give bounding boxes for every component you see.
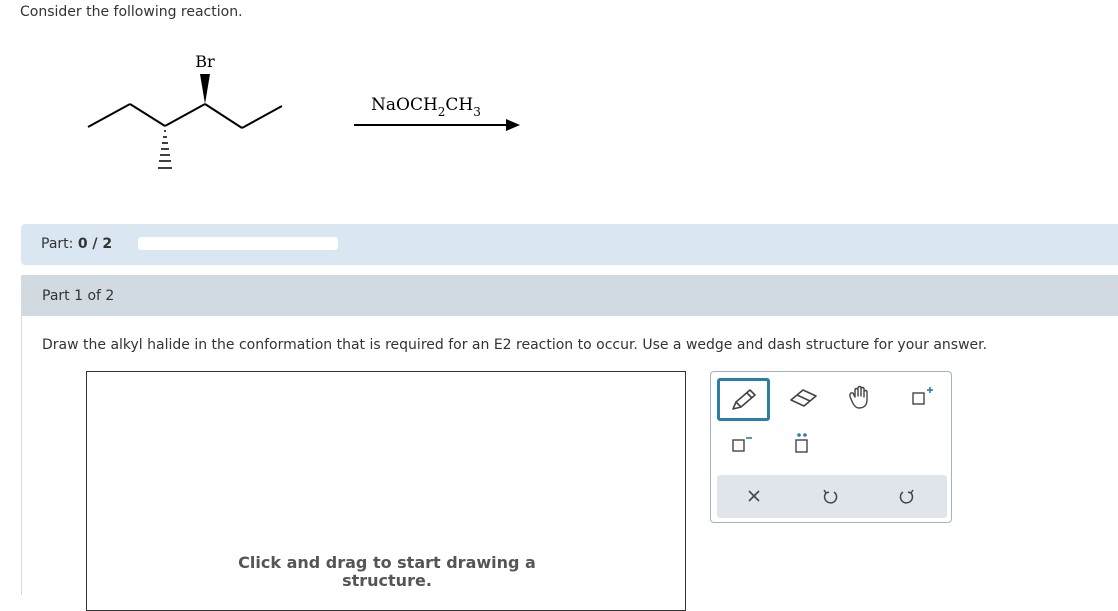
dash-bond xyxy=(158,130,172,169)
lone-pair-button[interactable] xyxy=(777,424,827,464)
progress-track xyxy=(138,237,338,250)
intro-text: Consider the following reaction. xyxy=(20,4,243,20)
part-section: Part 1 of 2 Draw the alkyl halide in the… xyxy=(21,275,1118,611)
part-header: Part 1 of 2 xyxy=(22,275,1118,316)
bromine-label: Br xyxy=(195,52,215,71)
remove-charge-icon xyxy=(732,437,752,452)
question-text: Draw the alkyl halide in the conformatio… xyxy=(42,337,988,353)
bond xyxy=(87,103,131,128)
redo-icon xyxy=(899,489,914,504)
eraser-icon xyxy=(790,389,817,407)
hand-icon xyxy=(849,385,868,409)
clear-icon xyxy=(748,490,760,502)
add-charge-icon xyxy=(912,387,933,405)
pencil-tool-button[interactable] xyxy=(717,378,770,421)
alkyl-halide-structure xyxy=(87,103,283,129)
wedge-bond xyxy=(200,74,210,104)
clear-button[interactable] xyxy=(729,476,779,516)
reaction-scheme: Br NaOCH2CH3 xyxy=(87,52,520,169)
part-score-label: Part: 0 / 2 xyxy=(41,236,113,252)
hand-tool-button[interactable] xyxy=(835,378,885,418)
drawing-toolbar xyxy=(710,371,952,523)
drawing-canvas[interactable]: Click and drag to start drawing a struct… xyxy=(86,371,686,611)
arrowhead xyxy=(506,119,520,131)
toolbar-actions xyxy=(717,475,947,518)
bond xyxy=(241,105,283,129)
part-progress-bar: Part: 0 / 2 xyxy=(21,224,1118,265)
part-score: 0 / 2 xyxy=(77,236,113,252)
pencil-icon xyxy=(731,388,756,410)
bond xyxy=(204,103,243,129)
undo-icon xyxy=(823,489,838,504)
canvas-hint: Click and drag to start drawing a struct… xyxy=(238,553,536,590)
eraser-tool-button[interactable] xyxy=(779,378,829,418)
bond xyxy=(164,103,206,127)
redo-button[interactable] xyxy=(882,476,932,516)
reagent-label: NaOCH2CH3 xyxy=(371,95,481,119)
undo-button[interactable] xyxy=(805,476,855,516)
bond xyxy=(129,103,166,127)
remove-charge-button[interactable] xyxy=(715,424,765,464)
part-title: Part 1 of 2 xyxy=(42,288,115,304)
add-charge-button[interactable] xyxy=(897,378,947,418)
lone-pair-icon xyxy=(795,433,808,453)
